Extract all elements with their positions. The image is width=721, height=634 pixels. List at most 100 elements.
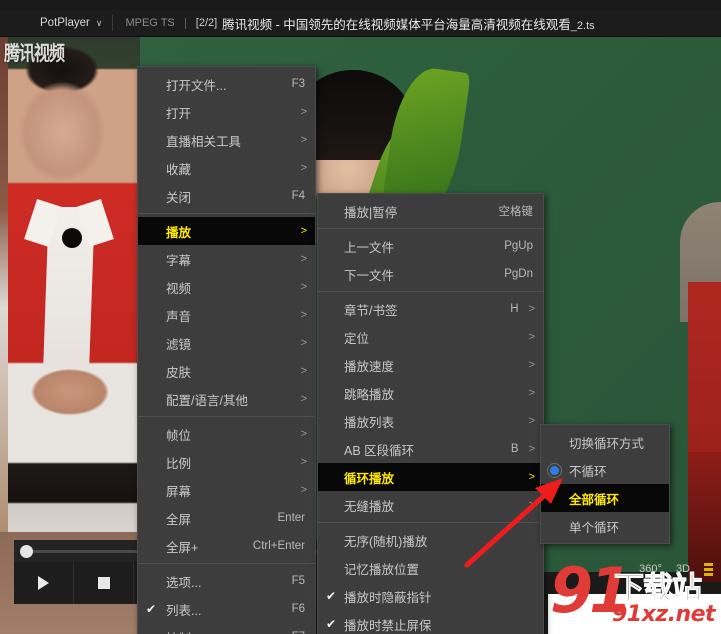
menu-item[interactable]: 记忆播放位置 [318, 554, 543, 582]
menu-separator [318, 291, 543, 292]
menu-item-label: 全屏+ [166, 540, 199, 555]
playlist-index-label: [2/2] [195, 17, 218, 29]
menu-item-label: 打开文件... [166, 78, 227, 93]
menu-item-label: 章节/书签 [344, 303, 398, 318]
menu-item[interactable]: 跳略播放 > [318, 379, 543, 407]
menu-item[interactable]: 比例 > [138, 448, 315, 476]
video-mode-buttons: 360° 3D [603, 556, 721, 582]
menu-item[interactable]: 不循环 [541, 456, 669, 484]
submenu-arrow-icon: > [528, 359, 535, 371]
seek-handle[interactable] [20, 545, 33, 558]
stop-icon [97, 577, 110, 589]
menu-item[interactable]: 滤镜 > [138, 329, 315, 357]
menu-item-label: 播放速度 [344, 359, 395, 374]
menu-item-label: 列表... [166, 603, 202, 618]
checkmark-icon: ✔ [318, 590, 344, 602]
menu-item[interactable]: 全屏+ Ctrl+Enter [138, 532, 315, 560]
menu-item[interactable]: 声音 > [138, 301, 315, 329]
menu-item[interactable]: ✔ 列表... F6 [138, 595, 315, 623]
radio-dot-icon [549, 465, 559, 475]
window-title-text: 腾讯视频 - 中国领先的在线视频媒体平台海量高清视频在线观看 [222, 17, 571, 32]
submenu-arrow-icon: > [300, 134, 307, 146]
menu-item[interactable]: 全屏 Enter [138, 504, 315, 532]
play-icon [38, 576, 49, 590]
playback-submenu[interactable]: 播放|暂停 空格键 上一文件 PgUp 下一文件 PgDn 章节/书签 H > 定位 > 播放速度 > 跳… [317, 193, 544, 634]
menu-item[interactable]: 下一文件 PgDn [318, 260, 543, 288]
menu-item[interactable]: 全部循环 [541, 484, 669, 512]
menu-item-label: 播放列表 [344, 415, 395, 430]
video-left-hands [28, 362, 112, 432]
menu-item[interactable]: 打开 > [138, 98, 315, 126]
menu-item[interactable]: 定位 > [318, 323, 543, 351]
menu-item[interactable]: 播放 > [138, 217, 315, 245]
submenu-arrow-icon: > [300, 106, 307, 118]
menu-item[interactable]: 无缝播放 > [318, 491, 543, 519]
menu-item[interactable]: 单个循环 [541, 512, 669, 540]
menu-item[interactable]: 打开文件... F3 [138, 70, 315, 98]
play-button[interactable] [14, 562, 74, 604]
checkmark-icon: ✔ [318, 618, 344, 630]
menu-item-label: 选项... [166, 575, 202, 590]
submenu-arrow-icon: > [300, 281, 307, 293]
app-menu-button[interactable]: PotPlayer ∨ [0, 10, 112, 36]
menu-separator [318, 522, 543, 523]
menu-item-label: 收藏 [166, 162, 192, 177]
main-menu[interactable]: 打开文件... F3 打开 > 直播相关工具 > 收藏 > 关闭 F4 播放 > 字幕 > 视频 > 声音 > 滤镜… [137, 66, 316, 634]
loop-submenu[interactable]: 切换循环方式 不循环全部循环单个循环 [540, 424, 670, 544]
menu-item-label: 直播相关工具 [166, 134, 242, 149]
menu-separator [138, 213, 315, 214]
menu-item[interactable]: 播放速度 > [318, 351, 543, 379]
menu-item[interactable]: 切换循环方式 [541, 428, 669, 456]
menu-item[interactable]: 配置/语言/其他 > [138, 385, 315, 413]
badge-3d-icon[interactable]: 3D [676, 563, 690, 575]
menu-item[interactable]: 无序(随机)播放 [318, 526, 543, 554]
submenu-arrow-icon: > [300, 428, 307, 440]
menu-item-label: 播放 [166, 225, 192, 240]
menu-item-label: 全部循环 [569, 492, 620, 507]
menu-item[interactable]: 帧位 > [138, 420, 315, 448]
menu-item-label: 皮肤 [166, 365, 192, 380]
stop-button[interactable] [74, 562, 134, 604]
radio-selected-icon [541, 465, 567, 475]
chevron-down-icon: ∨ [95, 17, 103, 28]
menu-separator [138, 416, 315, 417]
window-title-suffix: _2.ts [570, 19, 595, 32]
menu-item-label: AB 区段循环 [344, 443, 415, 458]
menu-item-shortcut: F3 [291, 78, 305, 90]
menu-item[interactable]: 视频 > [138, 273, 315, 301]
menu-item-label: 切换循环方式 [569, 436, 645, 451]
video-channel-watermark: 腾讯视频 [4, 43, 65, 65]
menu-item-label: 全屏 [166, 512, 192, 527]
menu-item-label: 屏幕 [166, 484, 192, 499]
badge-360-icon[interactable]: 360° [639, 563, 662, 575]
menu-item[interactable]: 皮肤 > [138, 357, 315, 385]
menu-item-shortcut: PgDn [504, 268, 533, 280]
equalizer-icon[interactable] [704, 562, 713, 576]
menu-item[interactable]: 循环播放 > [318, 463, 543, 491]
menu-item[interactable]: 播放列表 > [318, 407, 543, 435]
menu-item-shortcut: B [510, 443, 519, 455]
menu-item[interactable]: 选项... F5 [138, 567, 315, 595]
menu-item-label: 无缝播放 [344, 499, 395, 514]
menu-item[interactable]: AB 区段循环 B > [318, 435, 543, 463]
menu-item[interactable]: 字幕 > [138, 245, 315, 273]
submenu-arrow-icon: > [300, 309, 307, 321]
menu-item[interactable]: 直播相关工具 > [138, 126, 315, 154]
menu-item[interactable]: ✔ 播放时禁止屏保 [318, 610, 543, 634]
menu-item[interactable]: 控制...F7 [138, 623, 315, 634]
menu-item[interactable]: 播放|暂停 空格键 [318, 197, 543, 225]
menu-item-label: 声音 [166, 309, 192, 324]
menu-item-label: 比例 [166, 456, 192, 471]
menu-item[interactable]: 章节/书签 H > [318, 295, 543, 323]
menu-item-label: 跳略播放 [344, 387, 395, 402]
menu-item[interactable]: 屏幕 > [138, 476, 315, 504]
menu-item[interactable]: 收藏 > [138, 154, 315, 182]
titlebar-divider [184, 17, 186, 29]
check-glyph: ✔ [325, 589, 337, 603]
menu-item[interactable]: 上一文件 PgUp [318, 232, 543, 260]
menu-item[interactable]: ✔ 播放时隐蔽指针 [318, 582, 543, 610]
menu-item[interactable]: 关闭 F4 [138, 182, 315, 210]
menu-item-label: 单个循环 [569, 520, 620, 535]
menu-item-label: 定位 [344, 331, 370, 346]
menu-item-label: 不循环 [569, 464, 607, 479]
